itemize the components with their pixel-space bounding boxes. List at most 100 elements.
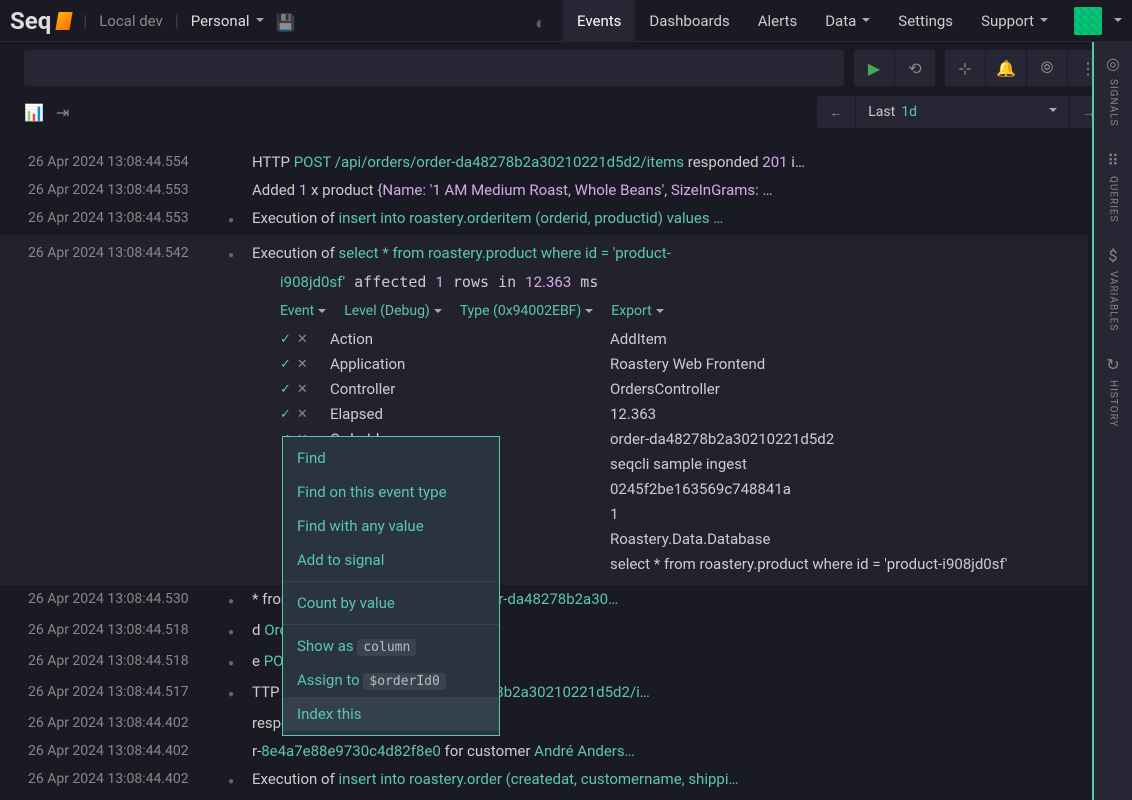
- brand-icon: [56, 12, 73, 30]
- event-row[interactable]: 26 Apr 2024 13:08:44.518 d OrdersControl…: [0, 616, 1088, 647]
- menu-item[interactable]: Find: [283, 441, 499, 475]
- save-icon[interactable]: 💾: [276, 13, 292, 29]
- event-tab[interactable]: Type (0x94002EBF): [460, 303, 593, 319]
- x-icon[interactable]: ✕: [297, 377, 308, 402]
- event-level-dot: [228, 767, 252, 794]
- query-input[interactable]: [24, 50, 844, 86]
- check-icon[interactable]: ✓: [280, 352, 291, 377]
- event-row[interactable]: 26 Apr 2024 13:08:44.518 e POST api/orde…: [0, 647, 1088, 678]
- variables-icon: $: [1109, 246, 1118, 265]
- history-icon: ↻: [1106, 355, 1119, 374]
- property-row[interactable]: ✓✕ Controller OrdersController: [280, 377, 1088, 402]
- menu-pill: $orderId0: [363, 673, 445, 690]
- nav-settings[interactable]: Settings: [884, 0, 967, 42]
- brand-logo[interactable]: Seq: [10, 7, 71, 35]
- context-menu: FindFind on this event typeFind with any…: [282, 436, 500, 736]
- chevron-down-icon: [862, 12, 870, 30]
- event-row[interactable]: 26 Apr 2024 13:08:44.402 r-8e4a7e88e9730…: [0, 737, 1088, 765]
- workspace-label[interactable]: Local dev: [99, 12, 163, 30]
- event-row[interactable]: 26 Apr 2024 13:08:44.553 Execution of in…: [0, 204, 1088, 235]
- user-avatar[interactable]: [1074, 7, 1102, 35]
- chevron-down-icon: [434, 305, 442, 317]
- event-level-dot: [228, 587, 252, 614]
- environment-selector[interactable]: Personal: [191, 12, 264, 30]
- event-timestamp: 26 Apr 2024 13:08:44.554: [0, 150, 228, 174]
- x-icon[interactable]: ✕: [297, 327, 308, 352]
- property-row[interactable]: ✓✕ Action AddItem: [280, 327, 1088, 352]
- check-icon[interactable]: ✓: [280, 377, 291, 402]
- event-row[interactable]: 26 Apr 2024 13:08:44.553 Added 1 x produ…: [0, 176, 1088, 204]
- broadcast-button[interactable]: ⦾: [1027, 50, 1067, 86]
- menu-item[interactable]: Count by value: [283, 586, 499, 620]
- check-icon[interactable]: ✓: [280, 327, 291, 352]
- nav-dashboards[interactable]: Dashboards: [635, 0, 743, 42]
- rail-item-queries[interactable]: ⠿QUERIES: [1107, 151, 1119, 223]
- expand-icon[interactable]: ⇥: [56, 103, 69, 122]
- property-row[interactable]: ✓✕ Application Roastery Web Frontend: [280, 352, 1088, 377]
- event-tab[interactable]: Level (Debug): [344, 303, 442, 319]
- event-timestamp: 26 Apr 2024 13:08:44.553: [0, 206, 228, 233]
- menu-item[interactable]: Show as column: [283, 629, 499, 663]
- nav-data[interactable]: Data: [811, 0, 884, 42]
- range-prev[interactable]: ←: [817, 96, 855, 128]
- nav-support[interactable]: Support: [967, 0, 1062, 42]
- stream-button[interactable]: ⟲: [895, 50, 935, 86]
- rail-item-variables[interactable]: $VARIABLES: [1108, 246, 1119, 331]
- check-icon[interactable]: ✓: [280, 402, 291, 427]
- chevron-down-icon[interactable]: [1114, 11, 1122, 30]
- menu-pill: column: [357, 639, 416, 656]
- event-level-dot: [228, 680, 252, 707]
- menu-separator: [283, 624, 499, 625]
- event-level-dot: [228, 241, 252, 268]
- event-tab[interactable]: Event: [280, 303, 326, 319]
- event-timestamp: 26 Apr 2024 13:08:44.517: [0, 680, 228, 707]
- queries-icon: ⠿: [1107, 151, 1119, 170]
- event-timestamp: 26 Apr 2024 13:08:44.553: [0, 178, 228, 202]
- menu-item[interactable]: Add to signal: [283, 543, 499, 577]
- property-value: 1: [610, 502, 1088, 527]
- property-key: Controller: [330, 377, 610, 402]
- events-list: 26 Apr 2024 13:08:44.554 HTTP POST /api/…: [0, 148, 1088, 800]
- property-row[interactable]: ✓✕ Elapsed 12.363: [280, 402, 1088, 427]
- event-level-dot: [228, 178, 252, 202]
- add-signal-button[interactable]: ⊹: [945, 50, 985, 86]
- event-row[interactable]: 26 Apr 2024 13:08:44.402 responded 201 i…: [0, 709, 1088, 737]
- event-row[interactable]: 26 Apr 2024 13:08:44.517 TTP POST /api/o…: [0, 678, 1088, 709]
- run-button[interactable]: ▶: [854, 50, 894, 86]
- event-timestamp: 26 Apr 2024 13:08:44.518: [0, 649, 228, 676]
- event-row[interactable]: 26 Apr 2024 13:08:44.402 Execution of in…: [0, 765, 1088, 796]
- rail-item-history[interactable]: ↻HISTORY: [1106, 355, 1119, 427]
- menu-item[interactable]: Assign to $orderId0: [283, 663, 499, 697]
- x-icon[interactable]: ✕: [297, 352, 308, 377]
- menu-item[interactable]: Find with any value: [283, 509, 499, 543]
- theme-icon[interactable]: ◐: [535, 13, 551, 29]
- event-row[interactable]: 26 Apr 2024 13:08:44.530 * from roastery…: [0, 585, 1088, 616]
- nav-events[interactable]: Events: [563, 0, 635, 42]
- event-row[interactable]: 26 Apr 2024 13:08:44.554 HTTP POST /api/…: [0, 148, 1088, 176]
- range-label[interactable]: Last 1d: [855, 96, 1069, 128]
- event-timestamp: 26 Apr 2024 13:08:44.530: [0, 587, 228, 614]
- side-rail: ◎SIGNALS ⠿QUERIES $VARIABLES ↻HISTORY: [1092, 42, 1132, 800]
- histogram-icon[interactable]: 📊: [24, 103, 44, 122]
- property-value: order-da48278b2a30210221d5d2: [610, 427, 1088, 452]
- property-value: seqcli sample ingest: [610, 452, 1088, 477]
- x-icon[interactable]: ✕: [297, 402, 308, 427]
- alert-button[interactable]: 🔔: [986, 50, 1026, 86]
- event-tab[interactable]: Export: [611, 303, 663, 319]
- property-value: select * from roastery.product where id …: [610, 552, 1088, 577]
- event-message: Execution of insert into roastery.order …: [252, 767, 1088, 794]
- property-value: Roastery Web Frontend: [610, 352, 1088, 377]
- rail-item-signals[interactable]: ◎SIGNALS: [1106, 54, 1120, 127]
- chevron-down-icon: [585, 305, 593, 317]
- filter-bar: 📊 ⇥ ← Last 1d →: [0, 94, 1132, 130]
- event-row[interactable]: 26 Apr 2024 13:08:44.390 Invoking action…: [0, 796, 1088, 800]
- menu-item[interactable]: Index this: [283, 697, 499, 731]
- event-timestamp: 26 Apr 2024 13:08:44.542: [0, 241, 228, 268]
- nav-alerts[interactable]: Alerts: [744, 0, 812, 42]
- event-message: HTTP POST /api/orders/order-da48278b2a30…: [252, 150, 1088, 174]
- chevron-down-icon: [256, 12, 264, 30]
- brand-text: Seq: [10, 7, 51, 35]
- chevron-down-icon: [656, 305, 664, 317]
- main-nav: Events Dashboards Alerts Data Settings S…: [563, 0, 1062, 42]
- menu-item[interactable]: Find on this event type: [283, 475, 499, 509]
